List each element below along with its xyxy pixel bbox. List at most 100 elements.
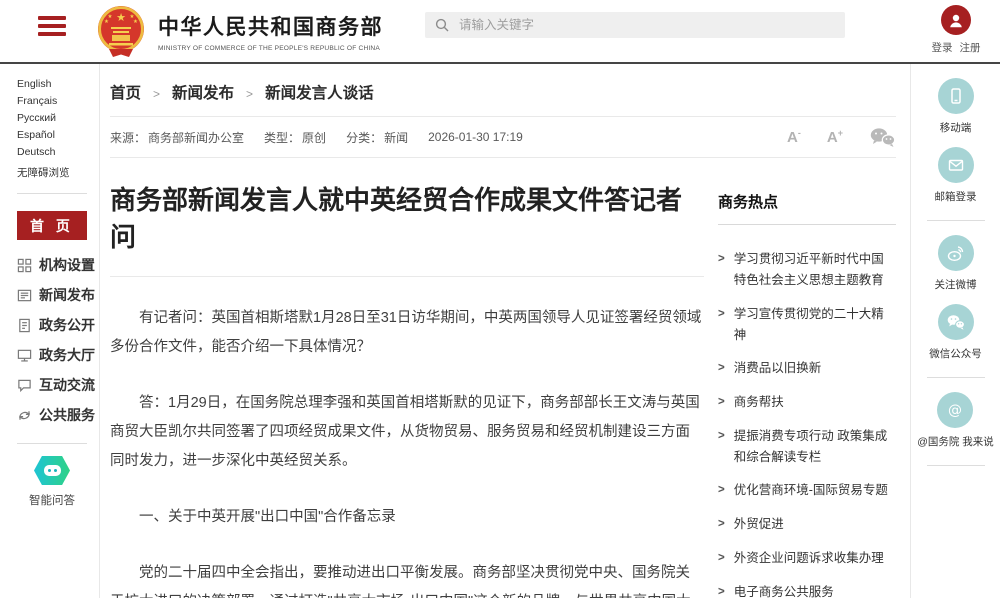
chevron-right-icon: > xyxy=(718,392,725,414)
hot-topic-label: 外贸促进 xyxy=(734,514,784,536)
chevron-right-icon: > xyxy=(718,480,725,502)
hot-topic-label: 优化营商环境-国际贸易专题 xyxy=(734,480,888,502)
wechat-icon xyxy=(938,304,974,340)
svg-text:@: @ xyxy=(948,403,962,419)
search-bar[interactable] xyxy=(425,12,845,38)
language-link[interactable]: Deutsch xyxy=(17,146,56,158)
rail-divider xyxy=(927,220,985,221)
chevron-right-icon: > xyxy=(718,514,725,536)
chevron-right-icon: > xyxy=(718,582,725,598)
sidebar-item-label: 新闻发布 xyxy=(39,285,95,305)
mobile-icon xyxy=(938,78,974,114)
menu-icon[interactable] xyxy=(38,16,66,40)
site-subtitle: MINISTRY OF COMMERCE OF THE PEOPLE'S REP… xyxy=(158,45,383,52)
article-paragraph: 党的二十届四中全会指出，要推动进出口平衡发展。商务部坚决贯彻党中央、国务院关于扩… xyxy=(110,559,704,598)
svg-text:★: ★ xyxy=(104,19,109,25)
hot-topic-label: 外资企业问题诉求收集办理 xyxy=(734,548,884,570)
main-column: 首页新闻发布新闻发言人谈话 来源：商务部新闻办公室 类型：原创 分类：新闻 20… xyxy=(100,64,910,598)
chevron-right-icon: > xyxy=(718,358,725,380)
mofcom-page: ★ ★ ★ ★ ★ 中华人民共和国商务部 MINISTRY OF COMMERC… xyxy=(0,0,1000,598)
hot-topics-divider xyxy=(718,224,896,225)
sidebar-item-label: 公共服务 xyxy=(39,405,95,425)
article-body: 有记者问：英国首相斯塔默1月28日至31日访华期间，中英两国领导人见证签署经贸领… xyxy=(110,304,704,598)
content-row: 商务部新闻发言人就中英经贸合作成果文件答记者问 有记者问：英国首相斯塔默1月28… xyxy=(110,158,896,598)
home-button[interactable]: 首 页 xyxy=(17,211,87,240)
page-body: English Français Русский Español Deutsch 无障碍… xyxy=(0,64,1000,598)
hot-topic-label: 消费品以旧换新 xyxy=(734,358,822,380)
language-link[interactable]: Français xyxy=(17,95,57,107)
hot-topic-item[interactable]: > 学习贯彻习近平新时代中国特色社会主义思想主题教育 xyxy=(718,249,896,292)
article-paragraph: 有记者问：英国首相斯塔默1月28日至31日访华期间，中英两国领导人见证签署经贸领… xyxy=(110,304,704,362)
sidebar-item-orgs[interactable]: 机构设置 xyxy=(17,250,99,280)
category-label: 分类： xyxy=(346,131,382,145)
rail-item-mail-login[interactable]: 邮箱登录 xyxy=(935,147,977,204)
hot-topic-item[interactable]: > 消费品以旧换新 xyxy=(718,358,896,380)
right-rail: 移动端 邮箱登录 xyxy=(910,64,1000,598)
rail-label: 移动端 xyxy=(940,120,972,135)
hot-topic-item[interactable]: > 优化营商环境-国际贸易专题 xyxy=(718,480,896,502)
sidebar-nav: 机构设置 新闻发布 政务公开 xyxy=(17,250,99,430)
left-sidebar: English Français Русский Español Deutsch 无障碍… xyxy=(0,64,100,598)
sidebar-item-interaction[interactable]: 互动交流 xyxy=(17,370,99,400)
wechat-share-icon[interactable] xyxy=(869,127,896,148)
sidebar-item-public-service[interactable]: 公共服务 xyxy=(17,400,99,430)
service-arrows-icon xyxy=(17,408,32,423)
rail-item-wechat[interactable]: 微信公众号 xyxy=(929,304,982,361)
type-value: 原创 xyxy=(302,131,326,145)
search-input[interactable] xyxy=(457,17,835,33)
hot-topics-title: 商务热点 xyxy=(718,191,896,212)
hot-topic-item[interactable]: > 外贸促进 xyxy=(718,514,896,536)
document-icon xyxy=(17,318,32,333)
weibo-icon xyxy=(938,235,974,271)
news-icon xyxy=(17,288,32,303)
chat-icon xyxy=(17,378,32,393)
breadcrumb-item[interactable]: 新闻发言人谈话 xyxy=(234,81,374,103)
rail-divider xyxy=(927,465,985,466)
sidebar-item-service-hall[interactable]: 政务大厅 xyxy=(17,340,99,370)
sidebar-item-gov-info[interactable]: 政务公开 xyxy=(17,310,99,340)
login-link[interactable]: 登录 xyxy=(932,40,953,55)
rail-label: @国务院 我来说 xyxy=(917,434,994,449)
hot-topic-label: 学习贯彻习近平新时代中国特色社会主义思想主题教育 xyxy=(734,249,896,292)
title-divider xyxy=(110,276,704,277)
rail-label: 关注微博 xyxy=(935,277,977,292)
font-increase-button[interactable]: A+ xyxy=(827,129,843,145)
sidebar-divider xyxy=(17,443,87,444)
hot-topic-item[interactable]: > 电子商务公共服务 xyxy=(718,582,896,598)
user-account-icon[interactable] xyxy=(941,5,971,35)
article: 商务部新闻发言人就中英经贸合作成果文件答记者问 有记者问：英国首相斯塔默1月28… xyxy=(110,158,704,598)
rail-item-weibo[interactable]: 关注微博 xyxy=(935,235,977,292)
sidebar-divider xyxy=(17,193,87,194)
sidebar-item-news[interactable]: 新闻发布 xyxy=(17,280,99,310)
breadcrumb-item[interactable]: 首页 xyxy=(110,81,141,103)
language-link[interactable]: English xyxy=(17,78,51,90)
font-decrease-button[interactable]: A- xyxy=(787,129,801,145)
language-link[interactable]: Español xyxy=(17,129,55,141)
language-link[interactable]: Русский xyxy=(17,112,56,124)
site-title: 中华人民共和国商务部 xyxy=(158,11,383,41)
rail-item-state-council[interactable]: @ @国务院 我来说 xyxy=(917,392,994,449)
article-meta: 来源：商务部新闻办公室 类型：原创 分类：新闻 2026-01-30 17:19… xyxy=(110,117,896,157)
smart-qa-button[interactable]: 智能问答 xyxy=(17,456,87,508)
article-paragraph: 答：1月29日，在国务院总理李强和英国首相塔斯默的见证下，商务部部长王文涛与英国… xyxy=(110,389,704,476)
robot-chat-icon xyxy=(34,456,70,485)
rail-item-mobile[interactable]: 移动端 xyxy=(938,78,974,135)
rail-label: 微信公众号 xyxy=(929,346,982,361)
hot-topic-item[interactable]: > 外资企业问题诉求收集办理 xyxy=(718,548,896,570)
sidebar-item-label: 机构设置 xyxy=(39,255,95,275)
article-tools: A- A+ xyxy=(787,127,896,148)
source-label: 来源： xyxy=(110,131,146,145)
register-link[interactable]: 注册 xyxy=(960,40,981,55)
chevron-right-icon: > xyxy=(718,548,725,570)
publish-datetime: 2026-01-30 17:19 xyxy=(428,130,523,144)
user-block: 登录 注册 xyxy=(930,5,982,55)
sidebar-item-label: 互动交流 xyxy=(39,375,95,395)
hot-topic-item[interactable]: > 学习宣传贯彻党的二十大精神 xyxy=(718,304,896,347)
accessibility-link[interactable]: 无障碍浏览 xyxy=(17,165,99,180)
rail-divider xyxy=(927,377,985,378)
breadcrumb-item[interactable]: 新闻发布 xyxy=(141,81,234,103)
hot-topic-item[interactable]: > 提振消费专项行动 政策集成和综合解读专栏 xyxy=(718,426,896,469)
site-header: ★ ★ ★ ★ ★ 中华人民共和国商务部 MINISTRY OF COMMERC… xyxy=(0,0,1000,64)
search-icon xyxy=(435,18,449,32)
hot-topic-item[interactable]: > 商务帮扶 xyxy=(718,392,896,414)
